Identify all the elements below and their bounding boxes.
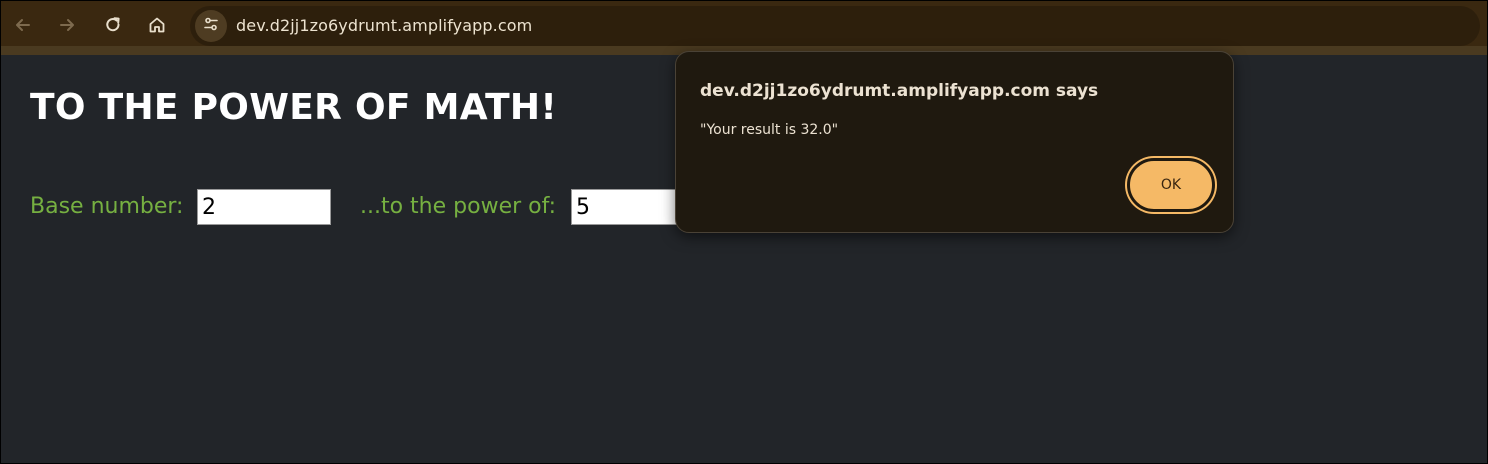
dialog-title: dev.d2jj1zo6ydrumt.amplifyapp.com says xyxy=(700,81,1099,101)
page-title: TO THE POWER OF MATH! xyxy=(30,87,558,128)
back-arrow-icon xyxy=(13,15,33,35)
back-button[interactable] xyxy=(8,10,38,40)
alert-dialog: dev.d2jj1zo6ydrumt.amplifyapp.com says "… xyxy=(675,51,1234,233)
site-settings-icon xyxy=(202,15,220,37)
site-info-button[interactable] xyxy=(195,10,227,42)
forward-arrow-icon xyxy=(57,15,77,35)
dialog-message: "Your result is 32.0" xyxy=(700,122,839,138)
base-number-input[interactable] xyxy=(197,189,331,225)
power-input[interactable] xyxy=(571,189,681,225)
base-number-label: Base number: xyxy=(30,194,184,219)
address-bar[interactable]: dev.d2jj1zo6ydrumt.amplifyapp.com xyxy=(190,6,1480,46)
browser-window: dev.d2jj1zo6ydrumt.amplifyapp.com TO THE… xyxy=(0,0,1488,464)
home-button[interactable] xyxy=(142,10,172,40)
reload-icon xyxy=(103,15,123,35)
home-icon xyxy=(147,15,167,35)
power-label: ...to the power of: xyxy=(360,194,556,219)
ok-button[interactable]: OK xyxy=(1127,158,1215,212)
reload-button[interactable] xyxy=(98,10,128,40)
url-text[interactable]: dev.d2jj1zo6ydrumt.amplifyapp.com xyxy=(236,16,532,35)
forward-button[interactable] xyxy=(52,10,82,40)
